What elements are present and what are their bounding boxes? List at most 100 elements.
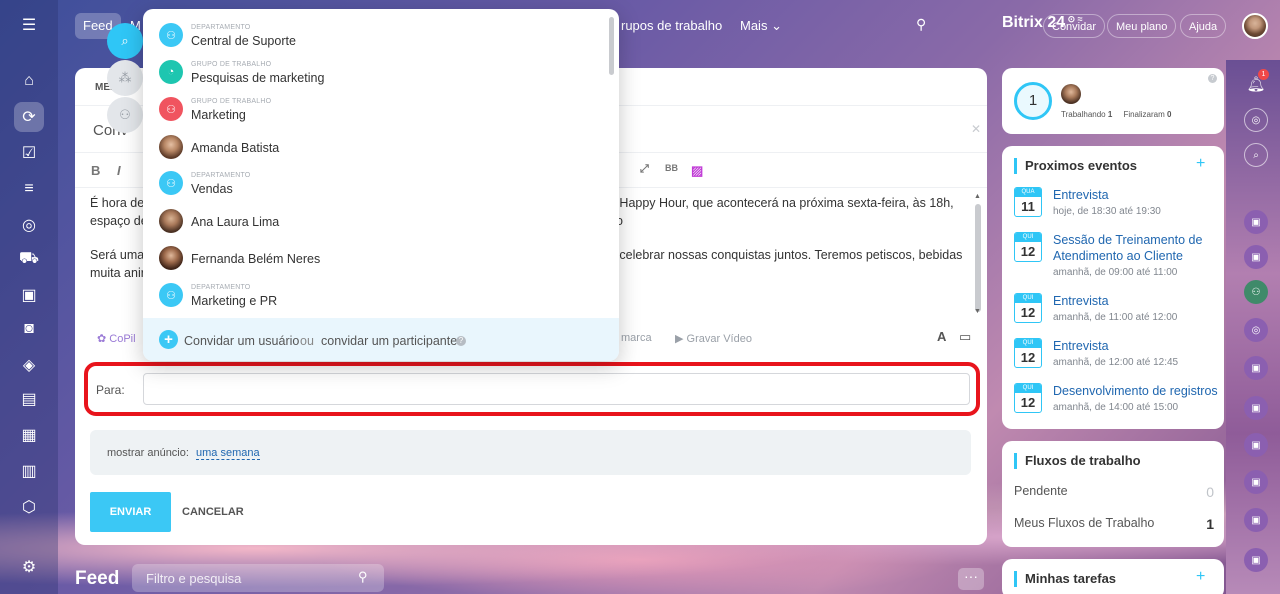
chat-avatar-icon[interactable]: ▣ xyxy=(1244,548,1268,572)
structure-icon[interactable]: ⁂ xyxy=(107,60,143,96)
search-icon[interactable]: ⚲ xyxy=(358,569,368,585)
dropdown-item[interactable]: Amanda Batista xyxy=(143,129,619,165)
timeman-counter[interactable]: 1 xyxy=(1014,82,1052,120)
event-title[interactable]: Entrevista xyxy=(1053,293,1219,309)
my-plan-button[interactable]: Meu plano xyxy=(1107,14,1177,38)
tab-more[interactable]: Mais ⌄ xyxy=(732,13,790,39)
announce-duration-link[interactable]: uma semana xyxy=(196,447,260,460)
italic-icon[interactable]: I xyxy=(117,163,121,178)
dropdown-item[interactable]: Ana Laura Lima xyxy=(143,203,619,239)
dropdown-item[interactable]: ◔ GRUPO DE TRABALHO Pesquisas de marketi… xyxy=(143,54,619,90)
mention-button[interactable]: marca xyxy=(621,332,652,344)
cancel-button[interactable]: CANCELAR xyxy=(182,506,244,518)
item-type: DEPARTAMENTO xyxy=(191,172,251,179)
groups-icon[interactable]: ⚇ xyxy=(107,97,143,133)
invite-participant-link[interactable]: convidar um participante xyxy=(321,334,457,348)
calendar-date-icon: QUI 12 xyxy=(1014,383,1042,413)
record-video-button[interactable]: ▶ Gravar Vídeo xyxy=(675,332,752,345)
dropdown-item[interactable]: ⚇ DEPARTAMENTO Vendas xyxy=(143,165,619,201)
help-button[interactable]: Ajuda xyxy=(1180,14,1227,38)
event-title[interactable]: Entrevista xyxy=(1053,187,1219,203)
settings-icon[interactable]: ⚙ xyxy=(14,552,44,582)
announce-label: mostrar anúncio: xyxy=(107,447,189,459)
tasks-icon[interactable]: ☑ xyxy=(14,138,44,168)
box-icon[interactable]: ◈ xyxy=(14,350,44,380)
chat-icon[interactable]: ⌕ xyxy=(1244,143,1268,167)
copilot-button[interactable]: ✿ CoPil xyxy=(97,332,136,345)
item-type: GRUPO DE TRABALHO xyxy=(191,61,272,68)
add-event-icon[interactable]: + xyxy=(1196,155,1205,173)
help-icon[interactable]: ? xyxy=(456,336,466,346)
more-options-button[interactable]: ··· xyxy=(958,568,984,590)
hexagon-icon[interactable]: ⬡ xyxy=(14,492,44,522)
panel-icon[interactable]: ▭ xyxy=(959,329,971,345)
search-icon[interactable]: ⚲ xyxy=(916,16,926,33)
scroll-down-icon[interactable]: ▼ xyxy=(974,308,981,315)
bbcode-icon[interactable]: BB xyxy=(665,163,678,173)
calendar-date-icon: QUI 12 xyxy=(1014,338,1042,368)
chat-avatar-icon[interactable]: ▣ xyxy=(1244,508,1268,532)
bold-icon[interactable]: B xyxy=(91,163,100,178)
chart-icon[interactable]: ▥ xyxy=(14,456,44,486)
tab-workgroups[interactable]: rupos de trabalho xyxy=(613,13,730,39)
sites-icon[interactable]: ▣ xyxy=(14,280,44,310)
my-workflows-row[interactable]: Meus Fluxos de Trabalho 1 xyxy=(1014,516,1214,532)
scroll-up-icon[interactable]: ▲ xyxy=(974,193,981,200)
robot-icon[interactable]: ◙ xyxy=(14,314,44,344)
feed-title: Feed xyxy=(75,568,120,589)
feed-search[interactable]: Filtro e pesquisa ⚲ xyxy=(132,564,384,592)
pending-row[interactable]: Pendente 0 xyxy=(1014,484,1214,500)
close-icon[interactable]: ✕ xyxy=(971,122,981,136)
calendar-icon[interactable]: ▦ xyxy=(14,420,44,450)
home-icon[interactable]: ⌂ xyxy=(14,66,44,96)
record-video-label: Gravar Vídeo xyxy=(686,333,752,345)
crm-icon[interactable]: ◎ xyxy=(14,210,44,240)
chat-avatar-icon[interactable]: ▣ xyxy=(1244,356,1268,380)
chat-avatar-icon[interactable]: ▣ xyxy=(1244,396,1268,420)
dropdown-item[interactable]: ⚇ DEPARTAMENTO Marketing e PR xyxy=(143,277,619,313)
tab-more-label: Mais xyxy=(740,18,768,33)
copilot-icon[interactable]: ◎ xyxy=(1244,108,1268,132)
item-name: Amanda Batista xyxy=(191,141,280,155)
chat-avatar-icon[interactable]: ◎ xyxy=(1244,318,1268,342)
body-scrollbar[interactable] xyxy=(975,204,981,312)
send-button[interactable]: ENVIAR xyxy=(90,492,171,532)
dropdown-item[interactable]: ⚇ GRUPO DE TRABALHO Marketing xyxy=(143,91,619,127)
menu-icon[interactable]: ☰ xyxy=(14,10,44,40)
event-title[interactable]: Entrevista xyxy=(1053,338,1219,354)
help-icon[interactable]: ? xyxy=(1208,74,1217,83)
archive-icon[interactable]: ▤ xyxy=(14,384,44,414)
user-avatar[interactable] xyxy=(1242,13,1268,39)
finished-label: Finalizaram xyxy=(1123,110,1165,119)
filter-icon[interactable]: ≡ xyxy=(14,174,44,204)
avatar xyxy=(1061,84,1081,104)
cal-day: QUI xyxy=(1015,384,1041,393)
dropdown-scrollbar[interactable] xyxy=(609,17,614,75)
plus-icon[interactable]: + xyxy=(159,330,178,349)
invite-button[interactable]: Convidar xyxy=(1043,14,1106,38)
cart-icon[interactable]: ⛟ xyxy=(14,244,44,274)
text-format-icon[interactable]: A xyxy=(937,329,946,344)
chat-avatar-icon[interactable]: ⚇ xyxy=(1244,280,1268,304)
dropdown-item[interactable]: Fernanda Belém Neres xyxy=(143,240,619,276)
feed-nav-icon[interactable]: ⟳ xyxy=(14,102,44,132)
chat-avatar-icon[interactable]: ▣ xyxy=(1244,210,1268,234)
image-icon[interactable]: ▨ xyxy=(691,163,703,179)
recent-search-icon[interactable]: ⌕ xyxy=(107,23,143,59)
invite-user-link[interactable]: Convidar um usuário xyxy=(184,334,299,348)
fullscreen-icon[interactable]: ⤢ xyxy=(640,163,649,176)
cal-num: 12 xyxy=(1020,244,1036,259)
dropdown-footer: + Convidar um usuário ou convidar um par… xyxy=(143,318,619,361)
chat-avatar-icon[interactable]: ▣ xyxy=(1244,433,1268,457)
event-title[interactable]: Sessão de Treinamento de Atendimento ao … xyxy=(1053,232,1219,264)
working-label: Trabalhando xyxy=(1061,110,1106,119)
chat-avatar-icon[interactable]: ▣ xyxy=(1244,245,1268,269)
dropdown-item[interactable]: ⚇ DEPARTAMENTO Central de Suporte xyxy=(143,17,619,53)
workflows-title: Fluxos de trabalho xyxy=(1014,453,1141,469)
chat-avatar-icon[interactable]: ▣ xyxy=(1244,470,1268,494)
tasks-title: Minhas tarefas xyxy=(1014,571,1116,587)
event-title[interactable]: Desenvolvimento de registros xyxy=(1053,383,1219,399)
add-task-icon[interactable]: + xyxy=(1196,568,1205,586)
group-icon: ⚇ xyxy=(159,97,183,121)
item-type: DEPARTAMENTO xyxy=(191,24,251,31)
